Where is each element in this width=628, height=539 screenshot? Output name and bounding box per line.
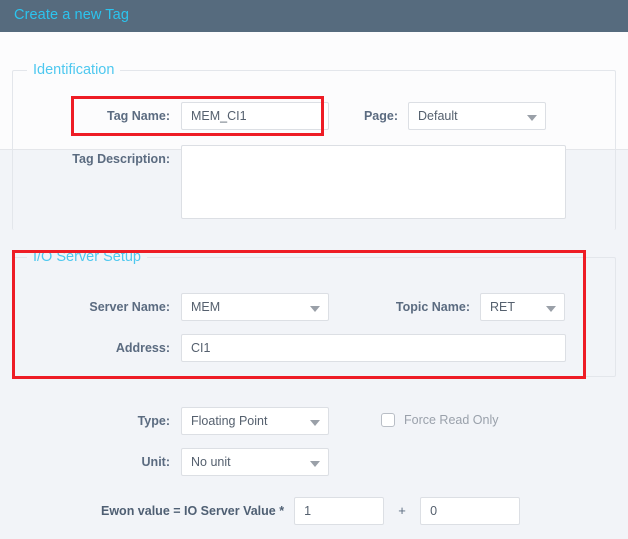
tag-description-textarea[interactable] [181, 145, 566, 219]
server-name-select-value: MEM [191, 300, 221, 314]
page-select-value: Default [418, 109, 458, 123]
scaling-formula-row: Ewon value = IO Server Value * 1 + 0 [101, 497, 521, 525]
tag-description-row: Tag Description: [56, 145, 566, 219]
scaling-formula-label: Ewon value = IO Server Value * [101, 504, 285, 518]
scale-multiplier-input[interactable]: 1 [294, 497, 385, 525]
server-name-select[interactable]: MEM [181, 293, 329, 321]
type-select[interactable]: Floating Point [181, 407, 329, 435]
address-label: Address: [115, 341, 170, 355]
dialog-titlebar: Create a new Tag [0, 0, 628, 32]
tag-description-label: Tag Description: [72, 152, 170, 166]
chevron-down-icon [310, 306, 320, 312]
type-row: Type: Floating Point [120, 407, 329, 435]
address-row: Address: CI1 [99, 334, 566, 362]
tag-name-label: Tag Name: [107, 109, 170, 123]
server-name-label: Server Name: [89, 300, 170, 314]
page-label: Page: [363, 109, 398, 123]
topic-name-label: Topic Name: [395, 300, 470, 314]
io-server-setup-legend: I/O Server Setup [27, 247, 147, 267]
type-select-value: Floating Point [191, 414, 268, 428]
topic-name-row: Topic Name: RET [380, 293, 565, 321]
force-read-only-row[interactable]: Force Read Only [381, 413, 498, 427]
unit-row: Unit: No unit [120, 448, 329, 476]
page-row: Page: Default [356, 102, 546, 130]
chevron-down-icon [310, 420, 320, 426]
checkbox-icon[interactable] [381, 413, 395, 427]
topic-name-select[interactable]: RET [480, 293, 565, 321]
tag-name-row: Tag Name: MEM_CI1 [90, 102, 329, 130]
topic-name-select-value: RET [490, 300, 515, 314]
page-select[interactable]: Default [408, 102, 546, 130]
create-tag-dialog: Create a new Tag Identification Tag Name… [0, 0, 628, 539]
plus-operator: + [398, 503, 406, 518]
unit-label: Unit: [141, 455, 170, 469]
tag-name-input[interactable]: MEM_CI1 [181, 102, 329, 130]
force-read-only-label: Force Read Only [404, 413, 499, 427]
unit-select-value: No unit [191, 455, 231, 469]
type-label: Type: [137, 414, 170, 428]
chevron-down-icon [527, 115, 537, 121]
scale-offset-input[interactable]: 0 [420, 497, 521, 525]
unit-select[interactable]: No unit [181, 448, 329, 476]
chevron-down-icon [310, 461, 320, 467]
server-name-row: Server Name: MEM [74, 293, 329, 321]
chevron-down-icon [546, 306, 556, 312]
dialog-title: Create a new Tag [14, 7, 129, 23]
identification-legend: Identification [27, 60, 121, 80]
address-input[interactable]: CI1 [181, 334, 566, 362]
